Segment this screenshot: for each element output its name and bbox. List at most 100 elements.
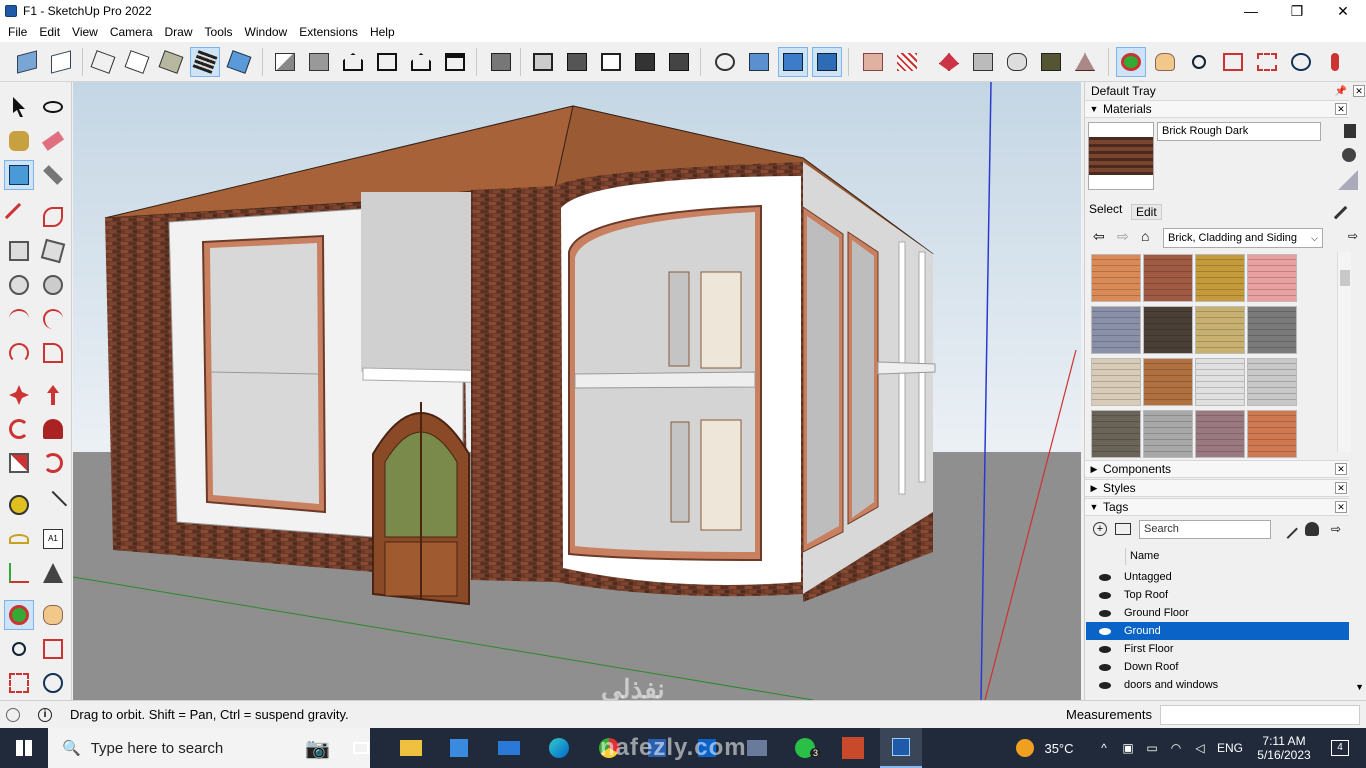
text-icon[interactable]: A1: [38, 524, 68, 554]
smoove-icon[interactable]: [892, 47, 922, 77]
back-arrow-icon[interactable]: ⇦: [1093, 228, 1105, 245]
tape-measure-icon[interactable]: [4, 490, 34, 520]
circle-icon[interactable]: [4, 270, 34, 300]
shaded-icon[interactable]: [156, 47, 186, 77]
weather-icon[interactable]: [1010, 728, 1040, 768]
orbit-tool-icon[interactable]: [4, 600, 34, 630]
windows-start-icon[interactable]: [0, 728, 48, 768]
outer-shell-icon[interactable]: [812, 47, 842, 77]
swatch-scroll-thumb[interactable]: [1340, 270, 1350, 286]
walk-person-icon[interactable]: [1320, 47, 1350, 77]
menu-edit[interactable]: Edit: [33, 22, 66, 42]
tags-search-input[interactable]: Search: [1139, 520, 1271, 539]
pin-icon[interactable]: 📌: [1335, 86, 1347, 97]
add-detail-icon[interactable]: [1002, 47, 1032, 77]
language-indicator[interactable]: ENG: [1214, 728, 1246, 768]
edge-icon[interactable]: [542, 728, 576, 768]
display-secondary-icon[interactable]: [1344, 124, 1356, 138]
details-arrow-icon[interactable]: ⇨: [1348, 229, 1358, 243]
material-swatch[interactable]: [1143, 410, 1193, 458]
tag-tool-icon[interactable]: [38, 160, 68, 190]
3d-text-icon[interactable]: [38, 558, 68, 588]
visibility-eye-icon[interactable]: [1086, 663, 1124, 671]
mail-icon[interactable]: [492, 728, 526, 768]
push-pull-icon[interactable]: [38, 380, 68, 410]
rotate-icon[interactable]: [4, 414, 34, 444]
tag-row[interactable]: doors and windows: [1086, 676, 1349, 694]
axes-icon[interactable]: [710, 47, 740, 77]
dimension-icon[interactable]: [38, 490, 68, 520]
battery-icon[interactable]: ▭: [1142, 728, 1162, 768]
shaded-textures-icon[interactable]: [190, 47, 220, 77]
visibility-eye-icon[interactable]: [1086, 591, 1124, 599]
volume-icon[interactable]: ◁: [1190, 728, 1210, 768]
components-icon[interactable]: [486, 47, 516, 77]
material-swatch[interactable]: [1143, 358, 1193, 406]
tag-row[interactable]: Ground Floor: [1086, 604, 1349, 622]
right-view-icon[interactable]: [372, 47, 402, 77]
material-swatch[interactable]: [1247, 306, 1297, 354]
material-swatch[interactable]: [1247, 254, 1297, 302]
task-view-icon[interactable]: [344, 728, 378, 768]
section-display-icon[interactable]: [596, 47, 626, 77]
temperature-text[interactable]: 35°C: [1042, 728, 1076, 768]
clock[interactable]: 7:11 AM 5/16/2023: [1252, 728, 1316, 768]
menu-window[interactable]: Window: [239, 22, 294, 42]
previous-view-icon[interactable]: [1286, 47, 1316, 77]
model-viewport[interactable]: نفذلي: [73, 82, 1081, 700]
polygon-icon[interactable]: [38, 270, 68, 300]
flip-edge-icon[interactable]: [1036, 47, 1066, 77]
forward-arrow-icon[interactable]: ⇨: [1117, 228, 1129, 245]
swatch-scrollbar[interactable]: [1337, 252, 1351, 452]
visibility-eye-icon[interactable]: [1086, 609, 1124, 617]
tags-details-icon[interactable]: ⇨: [1331, 522, 1341, 536]
tag-row[interactable]: First Floor: [1086, 640, 1349, 658]
material-swatch[interactable]: [1247, 358, 1297, 406]
material-swatch[interactable]: [1195, 254, 1245, 302]
materials-close-button[interactable]: ✕: [1335, 103, 1347, 115]
close-button[interactable]: ✕: [1320, 0, 1366, 22]
tag-row[interactable]: Down Roof: [1086, 658, 1349, 676]
arc-icon[interactable]: [4, 304, 34, 334]
menu-camera[interactable]: Camera: [104, 22, 159, 42]
sample-paint-icon[interactable]: [1338, 170, 1358, 190]
previous-tool-icon[interactable]: [38, 668, 68, 698]
visibility-eye-icon[interactable]: [1086, 573, 1124, 581]
color-by-tag-icon[interactable]: [1305, 522, 1319, 536]
material-swatch[interactable]: [1091, 358, 1141, 406]
eraser-icon[interactable]: [38, 126, 68, 156]
taskbar-search-box[interactable]: 🔍 Type here to search 📷: [48, 728, 370, 768]
styles-header[interactable]: ▶ Styles ✕: [1085, 479, 1349, 497]
zoom-extents-tool-icon[interactable]: [4, 668, 34, 698]
material-swatch[interactable]: [1143, 306, 1193, 354]
material-swatch[interactable]: [1247, 410, 1297, 458]
add-tag-folder-icon[interactable]: [1115, 523, 1131, 535]
sketchup-taskbar-icon[interactable]: [880, 728, 922, 768]
zoom-icon[interactable]: [1184, 47, 1214, 77]
tag-row[interactable]: Untagged: [1086, 568, 1349, 586]
tab-edit[interactable]: Edit: [1131, 204, 1162, 220]
eyedropper-icon[interactable]: [1324, 196, 1348, 220]
tag-row[interactable]: Top Roof: [1086, 586, 1349, 604]
menu-draw[interactable]: Draw: [159, 22, 199, 42]
materials-header[interactable]: ▼ Materials ✕: [1085, 100, 1349, 118]
pan-tool-icon[interactable]: [38, 600, 68, 630]
tag-row[interactable]: Ground: [1086, 622, 1349, 640]
section-plane-icon[interactable]: [528, 47, 558, 77]
stamp-icon[interactable]: [934, 47, 964, 77]
pie-icon[interactable]: [38, 338, 68, 368]
minimize-button[interactable]: —: [1228, 0, 1274, 22]
notifications-icon[interactable]: 4: [1320, 728, 1360, 768]
visibility-eye-icon[interactable]: [1086, 645, 1124, 653]
home-icon[interactable]: ⌂: [1141, 228, 1149, 244]
menu-tools[interactable]: Tools: [199, 22, 239, 42]
library-dropdown[interactable]: Brick, Cladding and Siding ⌵: [1163, 228, 1323, 248]
file-explorer-icon[interactable]: [394, 728, 428, 768]
two-point-arc-icon[interactable]: [38, 304, 68, 334]
geo-location-icon[interactable]: [6, 707, 20, 722]
wifi-icon[interactable]: ◠: [1166, 728, 1186, 768]
line-icon[interactable]: [4, 202, 34, 232]
top-view-icon[interactable]: [304, 47, 334, 77]
wireframe-icon[interactable]: [88, 47, 118, 77]
styles-close-button[interactable]: ✕: [1335, 482, 1347, 494]
